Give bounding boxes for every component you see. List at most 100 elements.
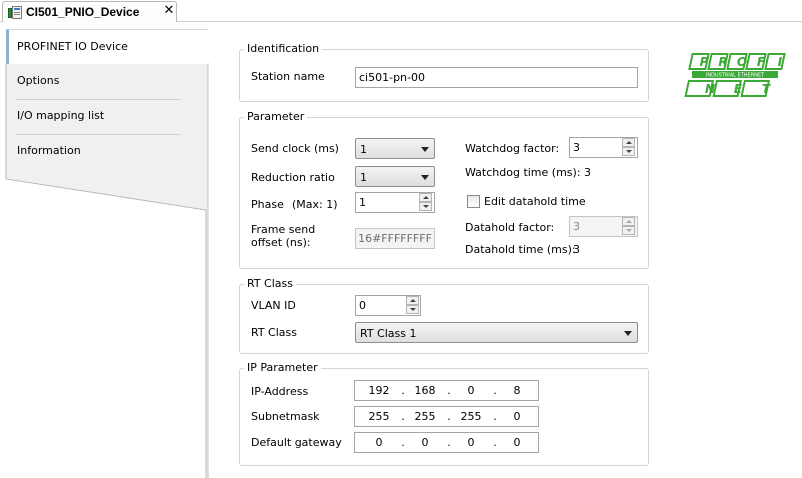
spin-down-icon[interactable] [622,147,635,156]
default-gateway-label: Default gateway [251,436,342,449]
frame-send-offset-label-2: offset (ns): [251,236,311,249]
ip-octet[interactable]: 0 [363,436,395,449]
spin-down-icon[interactable] [406,305,419,314]
chevron-down-icon [421,175,429,180]
logo-letter-tile: E [712,80,743,97]
phase-max-label: (Max: 1) [292,198,338,211]
frame-send-offset-input: 16#FFFFFFFF [355,228,435,249]
logo-letter: T [762,82,771,96]
datahold-factor-label: Datahold factor: [465,221,555,234]
send-clock-label: Send clock (ms) [251,142,339,155]
logo-letter-tile: R [707,53,729,70]
ip-dot: . [401,410,405,423]
sidebar-item-information[interactable]: Information [6,134,208,169]
watchdog-factor-value: 3 [573,141,580,154]
spin-up-icon[interactable] [419,193,432,202]
phase-value: 1 [359,196,366,209]
phase-spinner[interactable] [419,193,432,212]
ip-dot: . [493,384,497,397]
ip-octet[interactable]: 168 [409,384,441,397]
station-name-label: Station name [251,70,325,83]
ip-octet[interactable]: 0 [501,410,533,423]
rt-class-label: RT Class [251,326,297,339]
sidebar-item-label: PROFINET IO Device [17,40,128,53]
ip-address-field[interactable]: 192 . 168 . 0 . 8 [354,380,539,401]
station-name-input[interactable]: ci501-pn-00 [355,67,638,88]
ip-dot: . [447,410,451,423]
reduction-ratio-select[interactable]: 1 [355,166,435,187]
logo-letter: F [757,55,766,69]
ip-dot: . [401,384,405,397]
logo-bottom-letters: NE T [684,80,771,97]
logo-letter: R [718,55,727,69]
chevron-down-icon [624,331,632,336]
ip-octet[interactable]: 255 [455,410,487,423]
send-clock-select[interactable]: 1 [355,138,435,159]
group-title-identification: Identification [244,42,323,55]
document-tab-title: CI501_PNIO_Device [26,5,140,19]
sidebar-item-options[interactable]: Options [6,64,208,99]
reduction-ratio-value: 1 [360,171,367,184]
profinet-logo: PROFI INDUSTRIAL ETHERNET NE T [684,53,786,97]
datahold-time-label: Datahold time (ms): [465,243,576,256]
ip-octet[interactable]: 0 [409,436,441,449]
subnetmask-label: Subnetmask [251,410,320,423]
logo-letter: I [778,55,783,69]
group-title-parameter: Parameter [244,110,308,123]
spin-down-icon [622,226,635,235]
edit-datahold-label: Edit datahold time [484,195,586,208]
watchdog-factor-label: Watchdog factor: [465,142,560,155]
logo-subtitle: INDUSTRIAL ETHERNET [706,73,765,79]
ip-dot: . [493,410,497,423]
ip-octet[interactable]: 8 [501,384,533,397]
reduction-ratio-label: Reduction ratio [251,171,335,184]
logo-letter-tile: P [688,53,710,70]
rt-class-group [239,284,649,354]
ip-dot: . [447,436,451,449]
spin-up-icon [622,217,635,226]
group-title-rt-class: RT Class [244,277,296,290]
datahold-factor-spinner [622,217,635,236]
frame-send-offset-label: Frame send [251,223,316,236]
default-gateway-field[interactable]: 0 . 0 . 0 . 0 [354,432,539,453]
logo-letter-tile: N [684,80,715,97]
ip-octet[interactable]: 192 [363,384,395,397]
document-tab-strip: CI501_PNIO_Device ✕ [0,0,802,22]
group-title-ip-parameter: IP Parameter [244,361,321,374]
sidebar-item-label: Options [17,74,60,87]
ip-octet[interactable]: 255 [363,410,395,423]
chevron-down-icon [421,147,429,152]
watchdog-time-readout: Watchdog time (ms): 3 [465,166,592,179]
logo-letter: P [700,55,709,69]
datahold-time-value: 3 [573,243,580,256]
ip-dot: . [401,436,405,449]
ip-octet[interactable]: 0 [455,384,487,397]
sidebar-item-io-mapping-list[interactable]: I/O mapping list [6,99,208,134]
rt-class-value: RT Class 1 [360,327,417,340]
logo-letter-tile: F [745,53,767,70]
ip-octet[interactable]: 255 [409,410,441,423]
logo-letter-tile: O [726,53,748,70]
datahold-factor-value: 3 [573,220,580,233]
phase-label: Phase [251,198,284,211]
send-clock-value: 1 [360,143,367,156]
watchdog-factor-spinner[interactable] [622,138,635,157]
subnetmask-field[interactable]: 255 . 255 . 255 . 0 [354,406,539,427]
close-icon[interactable]: ✕ [162,3,176,19]
sidebar-item-profinet-io-device[interactable]: PROFINET IO Device [6,29,208,64]
rt-class-select[interactable]: RT Class 1 [355,322,638,343]
spin-up-icon[interactable] [406,296,419,305]
logo-top-letters: PROFI [688,53,786,70]
edit-datahold-checkbox[interactable] [467,195,480,208]
vlan-id-spinner[interactable] [406,296,419,315]
ip-octet[interactable]: 0 [455,436,487,449]
document-tab[interactable]: CI501_PNIO_Device ✕ [2,1,177,22]
device-icon [8,6,22,19]
logo-letter-tile: I [764,53,786,70]
logo-letter-tile: T [740,80,771,97]
ip-octet[interactable]: 0 [501,436,533,449]
spin-down-icon[interactable] [419,202,432,211]
ip-address-label: IP-Address [251,385,309,398]
spin-up-icon[interactable] [622,138,635,147]
ip-dot: . [447,384,451,397]
